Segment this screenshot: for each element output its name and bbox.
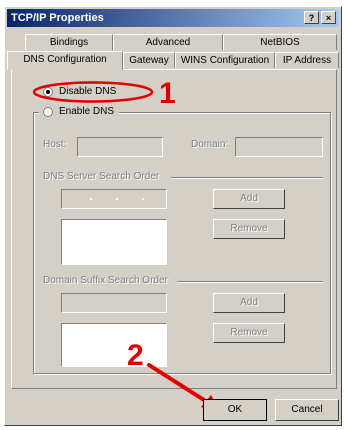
- cancel-button[interactable]: Cancel: [275, 399, 339, 421]
- tab-bindings[interactable]: Bindings: [25, 34, 113, 50]
- enable-dns-radio-face[interactable]: [43, 107, 53, 117]
- domain-field[interactable]: [235, 137, 323, 157]
- domain-label: Domain:: [191, 139, 229, 150]
- dns-server-ip-field[interactable]: [61, 189, 167, 209]
- ok-button[interactable]: OK: [203, 399, 267, 421]
- tab-advanced[interactable]: Advanced: [113, 34, 223, 50]
- ok-label: OK: [227, 404, 243, 415]
- ip-dot: [142, 198, 144, 200]
- ip-dot: [90, 198, 92, 200]
- tab-ip-address[interactable]: IP Address: [275, 52, 339, 68]
- domain-suffix-order-label: Domain Suffix Search Order: [43, 275, 168, 286]
- ip-dot: [116, 198, 118, 200]
- host-label: Host:: [43, 139, 67, 150]
- tab-gateway[interactable]: Gateway: [123, 52, 175, 68]
- tcpip-properties-dialog: TCP/IP Properties ? × Bindings Advanced …: [4, 6, 342, 426]
- help-button[interactable]: ?: [304, 11, 319, 24]
- host-field[interactable]: [77, 137, 163, 157]
- tab-dns-configuration[interactable]: DNS Configuration: [7, 51, 123, 70]
- dns-remove-button[interactable]: Remove: [213, 219, 285, 239]
- dns-server-order-label: DNS Server Search Order: [43, 171, 160, 182]
- step-1-label: 1: [159, 77, 176, 110]
- title-bar: TCP/IP Properties ? ×: [7, 9, 339, 27]
- domain-suffix-field[interactable]: [61, 293, 167, 313]
- dns-server-order-divider: [171, 177, 323, 179]
- domain-suffix-divider: [177, 281, 323, 283]
- tab-wins-configuration[interactable]: WINS Configuration: [175, 52, 275, 68]
- suffix-add-button[interactable]: Add: [213, 293, 285, 313]
- window-title: TCP/IP Properties: [11, 12, 104, 24]
- enable-dns-label-face[interactable]: Enable DNS: [59, 106, 114, 117]
- tab-netbios[interactable]: NetBIOS: [223, 34, 337, 50]
- dns-add-button[interactable]: Add: [213, 189, 285, 209]
- dns-server-list[interactable]: [61, 219, 167, 265]
- highlight-ellipse: [32, 81, 154, 103]
- suffix-remove-button[interactable]: Remove: [213, 323, 285, 343]
- close-button[interactable]: ×: [321, 11, 336, 24]
